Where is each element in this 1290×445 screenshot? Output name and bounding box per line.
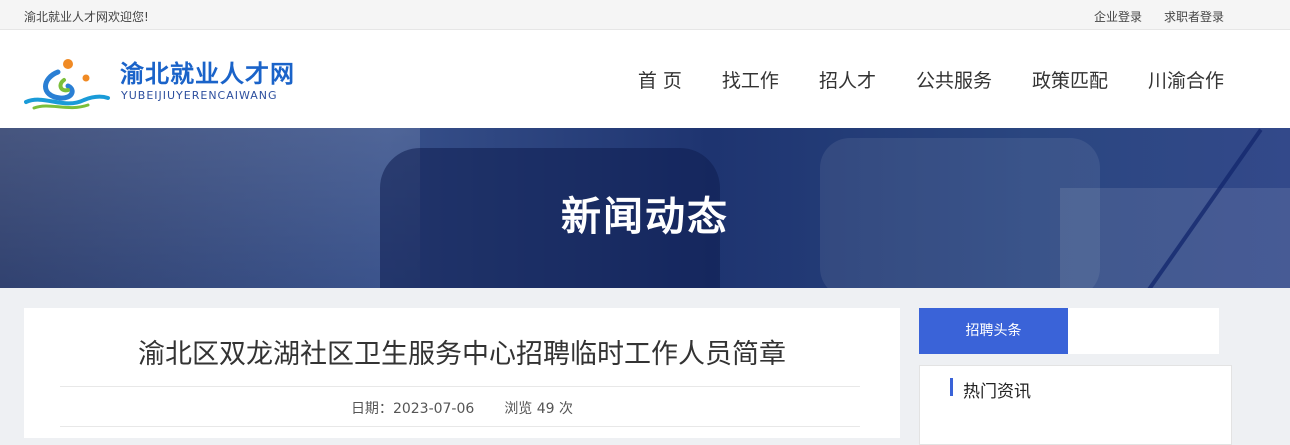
banner-title: 新闻动态 <box>561 194 729 240</box>
site-header: 渝北就业人才网 YUBEIJIUYERENCAIWANG 首 页 找工作 招人才… <box>0 30 1290 128</box>
company-login-link[interactable]: 企业登录 <box>1094 8 1142 25</box>
logo-emblem-icon <box>24 59 110 110</box>
date-label: 日期： <box>350 401 393 417</box>
article-meta: 日期：2023-07-06 浏览 49 次 <box>24 398 900 418</box>
divider <box>60 426 860 427</box>
hot-news-title: 热门资讯 <box>963 382 1031 402</box>
view-count: 49 <box>536 401 555 417</box>
page-banner: 新闻动态 <box>0 128 1290 288</box>
views-label: 浏览 <box>504 401 533 417</box>
sidebar-tabs: 招聘头条 <box>919 308 1219 354</box>
section-marker <box>950 378 953 396</box>
nav-item-find-job[interactable]: 找工作 <box>722 66 779 93</box>
welcome-text: 渝北就业人才网欢迎您! <box>24 10 149 24</box>
divider <box>60 386 860 387</box>
nav-item-policy-match[interactable]: 政策匹配 <box>1032 66 1108 93</box>
nav-item-recruit[interactable]: 招人才 <box>819 66 876 93</box>
article-date: 2023-07-06 <box>392 401 475 417</box>
views-unit: 次 <box>559 401 574 417</box>
logo-name-en: YUBEIJIUYERENCAIWANG <box>121 89 278 102</box>
logo-name-cn: 渝北就业人才网 <box>120 60 295 88</box>
seeker-login-link[interactable]: 求职者登录 <box>1164 8 1224 25</box>
nav-item-chuanyu[interactable]: 川渝合作 <box>1148 66 1224 93</box>
article-panel: 渝北区双龙湖社区卫生服务中心招聘临时工作人员简章 日期：2023-07-06 浏览… <box>24 308 900 438</box>
nav-item-public-service[interactable]: 公共服务 <box>916 66 992 93</box>
site-logo[interactable]: 渝北就业人才网 YUBEIJIUYERENCAIWANG <box>24 52 314 112</box>
hot-news-panel: 热门资讯 <box>919 365 1232 445</box>
tab-recruitment-headlines[interactable]: 招聘头条 <box>919 308 1068 354</box>
top-bar: 渝北就业人才网欢迎您! 企业登录 求职者登录 <box>0 0 1290 30</box>
login-links: 企业登录 求职者登录 <box>1094 8 1224 25</box>
main-nav: 首 页 找工作 招人才 公共服务 政策匹配 川渝合作 <box>638 66 1224 93</box>
article-title: 渝北区双龙湖社区卫生服务中心招聘临时工作人员简章 <box>138 339 786 370</box>
nav-item-home[interactable]: 首 页 <box>638 66 682 93</box>
